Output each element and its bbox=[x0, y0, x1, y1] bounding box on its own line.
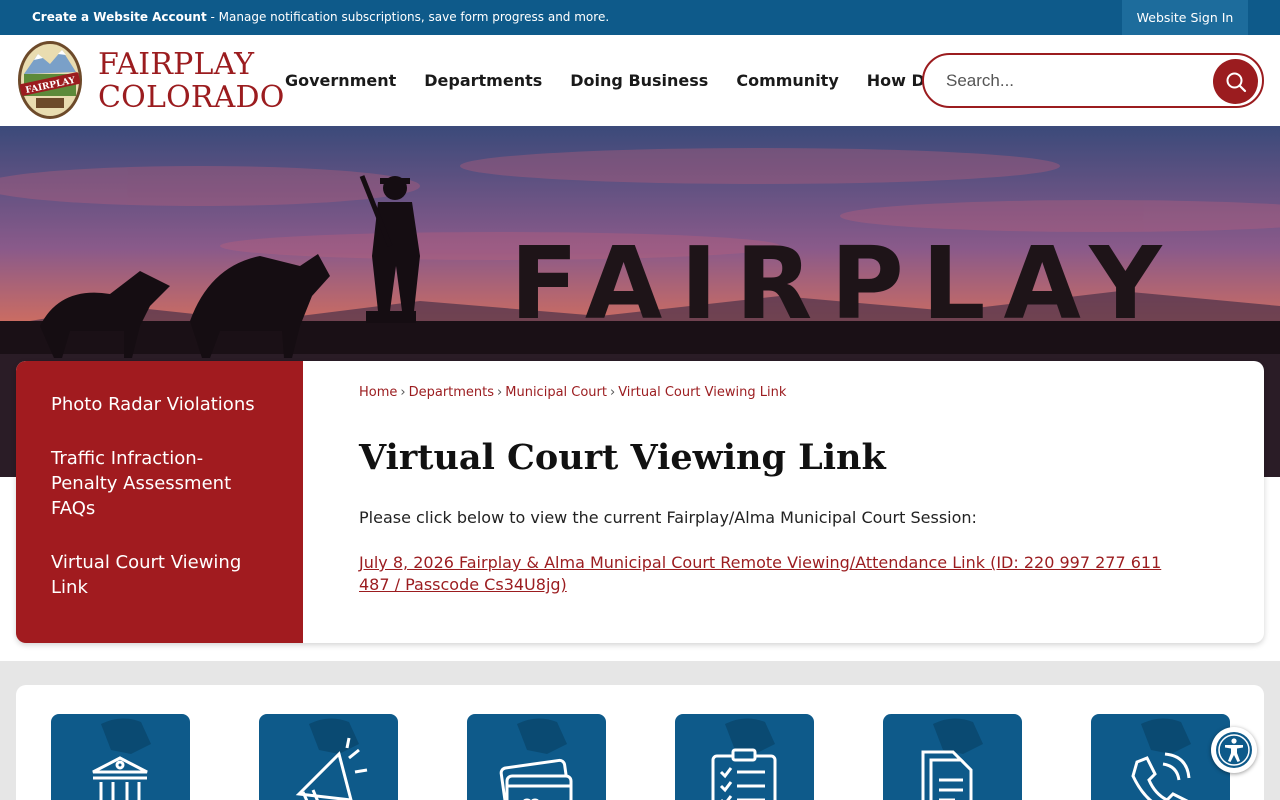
breadcrumb-home[interactable]: Home bbox=[359, 385, 397, 400]
nav-doing-business[interactable]: Doing Business bbox=[570, 71, 708, 90]
quick-link-tile-government[interactable] bbox=[51, 714, 190, 800]
phone-icon bbox=[1131, 752, 1191, 800]
hero-sign-text: FAIRPLAY bbox=[510, 225, 1180, 342]
breadcrumb-current[interactable]: Virtual Court Viewing Link bbox=[618, 385, 786, 400]
section-sidebar: Photo Radar Violations Traffic Infractio… bbox=[16, 361, 303, 643]
breadcrumb-municipal-court[interactable]: Municipal Court bbox=[505, 385, 607, 400]
fairplay-logo-badge[interactable]: FAIRPLAY bbox=[16, 40, 84, 120]
site-search bbox=[922, 53, 1264, 108]
logo-line-1: FAIRPLAY bbox=[98, 47, 255, 82]
quick-link-tile-forms[interactable] bbox=[675, 714, 814, 800]
sidebar-item-traffic-infraction-faqs[interactable]: Traffic Infraction- Penalty Assessment F… bbox=[51, 446, 271, 521]
top-bar: Create a Website Account - Manage notifi… bbox=[0, 0, 1280, 35]
checklist-icon bbox=[711, 748, 777, 800]
documents-icon bbox=[921, 750, 973, 800]
court-viewing-link[interactable]: July 8, 2026 Fairplay & Alma Municipal C… bbox=[359, 552, 1179, 596]
quick-link-tile-documents[interactable] bbox=[883, 714, 1022, 800]
nav-departments[interactable]: Departments bbox=[424, 71, 542, 90]
quick-link-tile-news[interactable] bbox=[259, 714, 398, 800]
accessibility-icon bbox=[1216, 732, 1252, 768]
sidebar-item-photo-radar[interactable]: Photo Radar Violations bbox=[51, 392, 271, 417]
quick-links-panel bbox=[16, 685, 1264, 800]
payment-card-icon bbox=[499, 758, 573, 800]
search-button[interactable] bbox=[1213, 59, 1258, 104]
breadcrumb: Home › Departments › Municipal Court › Virtual… bbox=[359, 385, 786, 400]
government-building-icon bbox=[92, 756, 148, 800]
site-header: FAIRPLAY FAIRPLAY COLORADO Government De… bbox=[0, 35, 1280, 126]
search-icon bbox=[1226, 72, 1246, 92]
logo-line-2: COLORADO bbox=[98, 80, 285, 115]
content-card: Photo Radar Violations Traffic Infractio… bbox=[16, 361, 1264, 643]
nav-government[interactable]: Government bbox=[285, 71, 396, 90]
breadcrumb-separator: › bbox=[400, 385, 406, 400]
nav-community[interactable]: Community bbox=[736, 71, 838, 90]
quick-link-tile-contact[interactable] bbox=[1091, 714, 1230, 800]
intro-text: Please click below to view the current F… bbox=[359, 508, 977, 527]
account-description: - Manage notification subscriptions, sav… bbox=[206, 10, 610, 24]
create-account-link[interactable]: Create a Website Account bbox=[32, 10, 207, 24]
main-nav: Government Departments Doing Business Co… bbox=[285, 35, 966, 126]
search-input[interactable] bbox=[946, 68, 1196, 94]
breadcrumb-departments[interactable]: Departments bbox=[409, 385, 494, 400]
breadcrumb-separator: › bbox=[497, 385, 503, 400]
account-banner: Create a Website Account - Manage notifi… bbox=[32, 0, 609, 35]
accessibility-button[interactable] bbox=[1211, 727, 1257, 773]
website-sign-in-button[interactable]: Website Sign In bbox=[1122, 0, 1248, 35]
sidebar-item-virtual-court[interactable]: Virtual Court Viewing Link bbox=[51, 550, 271, 600]
quick-link-tile-payments[interactable] bbox=[467, 714, 606, 800]
site-logo-text[interactable]: FAIRPLAY COLORADO bbox=[98, 48, 285, 114]
breadcrumb-separator: › bbox=[610, 385, 616, 400]
page-title: Virtual Court Viewing Link bbox=[359, 437, 886, 478]
